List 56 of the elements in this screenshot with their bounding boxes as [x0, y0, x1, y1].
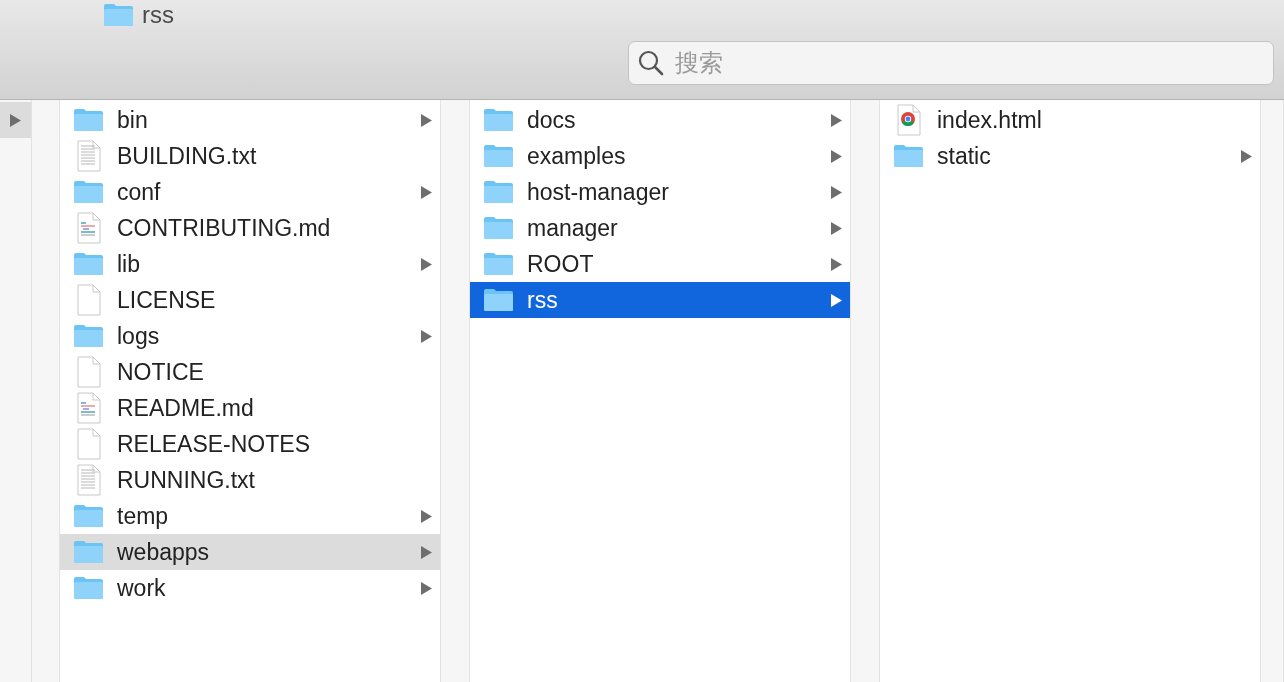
file-row[interactable]: docs: [470, 102, 850, 138]
disclosure-triangle-icon[interactable]: [1241, 149, 1252, 163]
disclosure-triangle-icon[interactable]: [10, 113, 21, 127]
disclosure-triangle-icon[interactable]: [831, 293, 842, 307]
folder-icon: [73, 180, 104, 204]
folder-icon: [483, 216, 514, 240]
disclosure-triangle-icon[interactable]: [421, 509, 432, 523]
disclosure-triangle-icon[interactable]: [421, 257, 432, 271]
file-row[interactable]: webapps: [60, 534, 440, 570]
file-row[interactable]: logs: [60, 318, 440, 354]
file-row[interactable]: conf: [60, 174, 440, 210]
disclosure-triangle-icon[interactable]: [421, 185, 432, 199]
folder-icon: [73, 504, 104, 528]
file-row[interactable]: bin: [60, 102, 440, 138]
file-row[interactable]: manager: [470, 210, 850, 246]
disclosure-triangle-icon[interactable]: [421, 545, 432, 559]
disclosure-triangle-icon[interactable]: [421, 329, 432, 343]
folder-icon: [893, 144, 924, 168]
folder-icon: [73, 108, 104, 132]
folder-icon: [483, 144, 514, 168]
file-row[interactable]: README.md: [60, 390, 440, 426]
file-row[interactable]: NOTICE: [60, 354, 440, 390]
disclosure-triangle-icon[interactable]: [831, 185, 842, 199]
folder-icon: [483, 288, 514, 312]
file-row[interactable]: static: [880, 138, 1260, 174]
disclosure-triangle-icon[interactable]: [831, 149, 842, 163]
file-row[interactable]: BUILDING.txt: [60, 138, 440, 174]
file-row[interactable]: CONTRIBUTING.md: [60, 210, 440, 246]
file-row[interactable]: lib: [60, 246, 440, 282]
file-row[interactable]: ROOT: [470, 246, 850, 282]
file-row[interactable]: work: [60, 570, 440, 606]
file-row[interactable]: host-manager: [470, 174, 850, 210]
file-row[interactable]: temp: [60, 498, 440, 534]
window-title: rss: [142, 1, 174, 29]
disclosure-triangle-icon[interactable]: [421, 113, 432, 127]
file-row[interactable]: RUNNING.txt: [60, 462, 440, 498]
folder-icon: [483, 180, 514, 204]
file-row[interactable]: examples: [470, 138, 850, 174]
folder-icon: [73, 324, 104, 348]
file-row[interactable]: LICENSE: [60, 282, 440, 318]
file-row[interactable]: rss: [470, 282, 850, 318]
search-icon: [638, 50, 664, 76]
folder-icon: [483, 108, 514, 132]
disclosure-triangle-icon[interactable]: [831, 257, 842, 271]
disclosure-triangle-icon[interactable]: [421, 581, 432, 595]
folder-icon: [103, 3, 134, 27]
list-row[interactable]: [0, 102, 31, 138]
file-row[interactable]: index.html: [880, 102, 1260, 138]
folder-icon: [73, 540, 104, 564]
file-row[interactable]: RELEASE-NOTES: [60, 426, 440, 462]
disclosure-triangle-icon[interactable]: [831, 113, 842, 127]
folder-icon: [73, 252, 104, 276]
disclosure-triangle-icon[interactable]: [831, 221, 842, 235]
folder-icon: [73, 576, 104, 600]
folder-icon: [483, 252, 514, 276]
search-field[interactable]: 搜索: [628, 41, 1274, 85]
